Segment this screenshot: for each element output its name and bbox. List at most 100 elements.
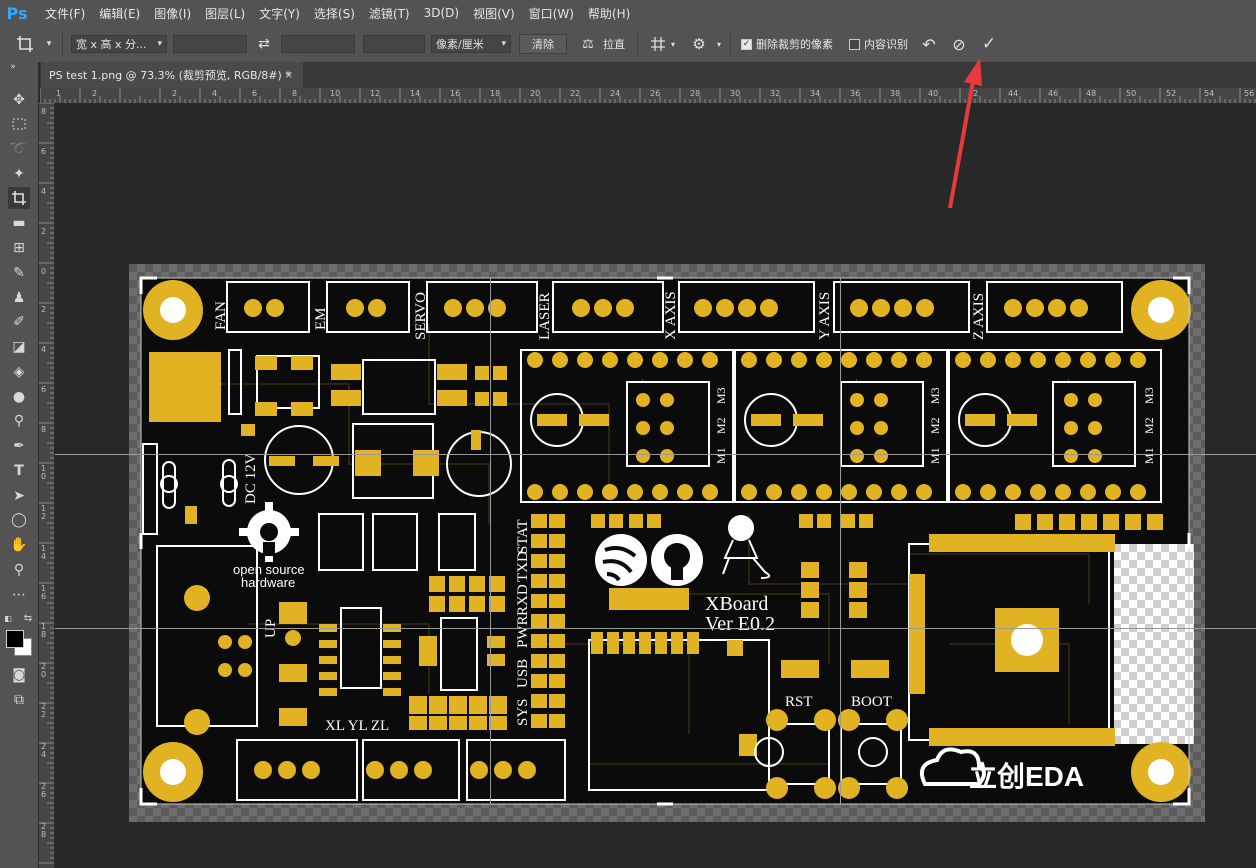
menu-3d[interactable]: 3D(D)	[417, 6, 466, 20]
close-icon[interactable]: ×	[285, 70, 293, 81]
history-brush-tool-icon[interactable]: ✐	[8, 311, 30, 333]
crop-tool-icon[interactable]	[8, 187, 30, 209]
more-tools-icon[interactable]: ⋯	[8, 584, 30, 606]
swap-icon[interactable]: ⇄	[247, 36, 281, 52]
jumper-pin	[850, 393, 864, 407]
cancel-crop-icon[interactable]: ⊘	[944, 35, 974, 54]
crop-tool-preset-icon[interactable]	[8, 35, 42, 53]
overlay-dropdown-icon[interactable]: ▾	[668, 40, 678, 49]
silk-m2-b: M2	[928, 417, 942, 434]
width-field[interactable]	[173, 35, 247, 53]
jumper-pin	[1088, 449, 1102, 463]
straighten-icon[interactable]: ⚖	[573, 37, 603, 52]
ruler-label: 4	[41, 187, 47, 196]
menu-type[interactable]: 文字(Y)	[252, 5, 307, 22]
silk-em: EM	[313, 308, 329, 331]
vertical-guide[interactable]	[840, 278, 841, 804]
menu-help[interactable]: 帮助(H)	[581, 5, 637, 22]
silk-xlylzl: XL YL ZL	[325, 718, 389, 734]
units-select[interactable]: 像素/厘米 ▾	[431, 35, 511, 53]
ruler-label: 14	[410, 89, 421, 98]
menu-window[interactable]: 窗口(W)	[522, 5, 581, 22]
hand-tool-icon[interactable]: ✋	[8, 534, 30, 556]
menu-select[interactable]: 选择(S)	[307, 5, 362, 22]
photoshop-logo[interactable]: Ps	[2, 0, 32, 26]
panel-collapse-icon[interactable]: »	[2, 62, 24, 72]
driver-pin	[916, 352, 932, 368]
zoom-tool-icon[interactable]: ⚲	[8, 559, 30, 581]
marquee-tool-icon[interactable]	[8, 113, 30, 135]
move-tool-icon[interactable]: ✥	[8, 89, 30, 111]
preset-dropdown-icon[interactable]: ▾	[42, 39, 56, 49]
document-tab[interactable]: PS test 1.png @ 73.3% (裁剪预览, RGB/8#) * ×	[41, 62, 303, 88]
healing-brush-tool-icon[interactable]: ⊞	[8, 237, 30, 259]
height-field[interactable]	[281, 35, 355, 53]
silk-y-axis: Y AXIS	[817, 292, 833, 340]
menu-file[interactable]: 文件(F)	[38, 5, 92, 22]
cap-pad	[1007, 414, 1037, 426]
lasso-tool-icon[interactable]: ➰	[8, 138, 30, 160]
ruler-label: 2 4	[41, 742, 47, 759]
driver-pin	[702, 484, 718, 500]
content-aware-checkbox[interactable]	[849, 38, 860, 50]
ruler-label: 2	[92, 89, 98, 98]
straighten-label[interactable]: 拉直	[603, 36, 625, 52]
commit-crop-icon[interactable]: ✓	[974, 34, 1004, 54]
menu-filter[interactable]: 滤镜(T)	[362, 5, 417, 22]
gear-icon[interactable]: ⚙	[684, 35, 714, 53]
reset-icon[interactable]: ↶	[914, 35, 944, 54]
blur-tool-icon[interactable]: ●	[8, 386, 30, 408]
delete-cropped-label[interactable]: 删除裁剪的像素	[756, 36, 833, 52]
content-aware-label[interactable]: 内容识别	[864, 36, 908, 52]
jumper-pin	[1064, 393, 1078, 407]
clear-button[interactable]: 清除	[519, 34, 567, 54]
clone-stamp-tool-icon[interactable]: ♟	[8, 287, 30, 309]
resolution-field[interactable]	[363, 35, 425, 53]
overlay-grid-icon[interactable]	[648, 36, 668, 52]
quick-mask-icon[interactable]: ◙	[8, 664, 30, 686]
vertical-ruler: 8 6 4 2 0 2 4 6 8 1 0 1 2 1 4 1 6 1 8 2 …	[39, 103, 55, 868]
settings-dropdown-icon[interactable]: ▾	[714, 40, 724, 49]
menu-layer[interactable]: 图层(L)	[198, 5, 252, 22]
type-tool-icon[interactable]: T	[8, 460, 30, 482]
foreground-color-swatch[interactable]	[6, 630, 24, 648]
ruler-label: 4	[41, 345, 47, 354]
ellipse-tool-icon[interactable]: ◯	[8, 509, 30, 531]
ruler-label: 20	[530, 89, 541, 98]
silk-xboard: XBoard	[705, 593, 768, 615]
driver-pin	[866, 484, 882, 500]
eraser-tool-icon[interactable]: ◪	[8, 336, 30, 358]
driver-pin	[602, 352, 618, 368]
vertical-guide[interactable]	[490, 278, 491, 804]
magic-wand-tool-icon[interactable]: ✦	[8, 163, 30, 185]
driver-pin	[816, 484, 832, 500]
ruler-tool-icon[interactable]: ▬	[8, 212, 30, 234]
divider	[637, 32, 638, 56]
paint-bucket-tool-icon[interactable]: ◈	[8, 361, 30, 383]
driver-pin	[552, 352, 568, 368]
delete-cropped-checkbox[interactable]: ✓	[741, 38, 752, 50]
ratio-select[interactable]: 宽 x 高 x 分... ▾	[71, 35, 167, 53]
driver-pin	[791, 352, 807, 368]
screen-mode-icon[interactable]: ⧉	[8, 689, 30, 711]
document-canvas[interactable]: FAN EM SERVO LASER X AXIS Y AXIS Z AXIS …	[129, 264, 1205, 822]
default-colors-icon[interactable]: ◧	[2, 612, 14, 624]
path-selection-tool-icon[interactable]: ➤	[8, 485, 30, 507]
dodge-tool-icon[interactable]: ⚲	[8, 410, 30, 432]
espressif-logo	[595, 534, 647, 586]
jumper-pin	[636, 393, 650, 407]
ruler-label: 8	[292, 89, 298, 98]
swap-colors-icon[interactable]: ⇆	[22, 612, 34, 624]
menu-edit[interactable]: 编辑(E)	[92, 5, 147, 22]
driver-pin	[980, 352, 996, 368]
brush-tool-icon[interactable]: ✎	[8, 262, 30, 284]
horizontal-guide[interactable]	[55, 628, 1256, 629]
silk-m3-c: M3	[1142, 387, 1156, 404]
pen-tool-icon[interactable]: ✒	[8, 435, 30, 457]
menu-view[interactable]: 视图(V)	[466, 5, 522, 22]
driver-pin	[677, 484, 693, 500]
horizontal-guide[interactable]	[55, 454, 1256, 455]
driver-pin	[577, 484, 593, 500]
menu-image[interactable]: 图像(I)	[147, 5, 198, 22]
silk-pin1-a: 1	[635, 379, 646, 384]
